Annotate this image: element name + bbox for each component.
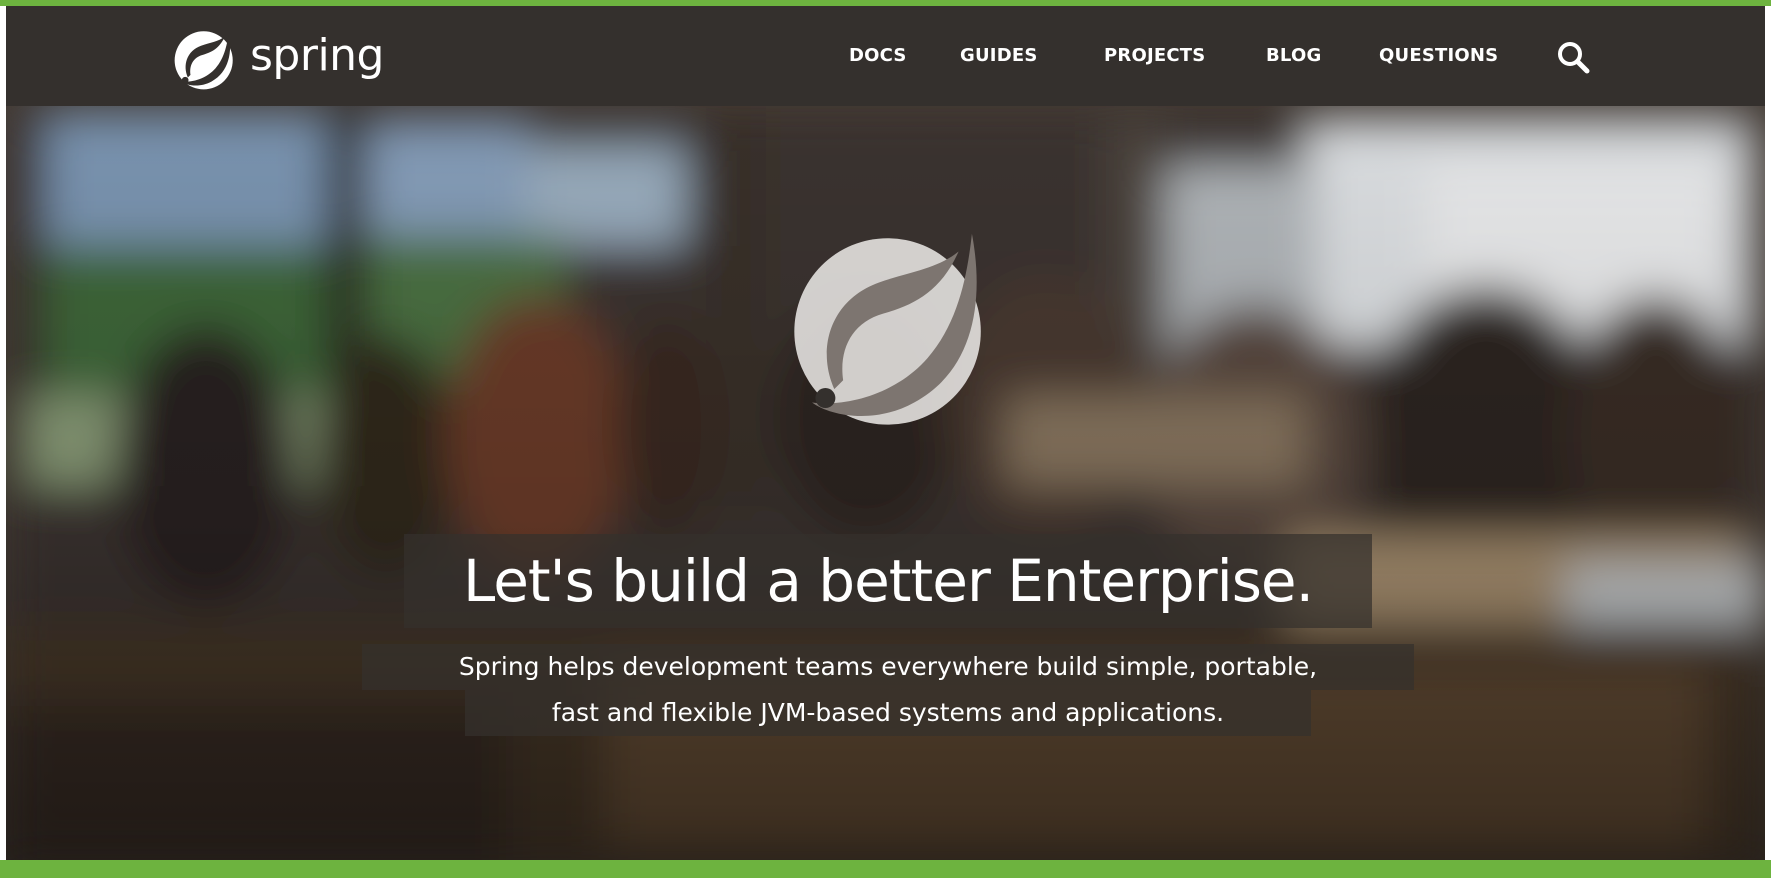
headline-box: Let's build a better Enterprise. <box>404 534 1372 628</box>
nav-questions[interactable]: QUESTIONS <box>1379 6 1498 106</box>
bottom-accent-bar <box>0 860 1771 878</box>
hero-subheadline-line-2: fast and flexible JVM-based systems and … <box>465 690 1311 736</box>
page: spring DOCS GUIDES PROJECTS BLOG QUESTIO… <box>0 0 1771 878</box>
search-button[interactable] <box>1556 40 1590 74</box>
nav-docs[interactable]: DOCS <box>849 6 907 106</box>
logo-text: spring <box>250 30 384 81</box>
spring-leaf-icon <box>794 233 981 425</box>
nav-guides[interactable]: GUIDES <box>960 6 1038 106</box>
spring-logo-link[interactable]: spring <box>172 26 384 92</box>
nav-projects[interactable]: PROJECTS <box>1104 6 1205 106</box>
hero-headline: Let's build a better Enterprise. <box>462 547 1314 615</box>
hero-subheadline-line-1: Spring helps development teams everywher… <box>362 644 1414 690</box>
navbar: spring DOCS GUIDES PROJECTS BLOG QUESTIO… <box>6 6 1765 106</box>
search-icon <box>1558 42 1590 74</box>
hero-section: Let's build a better Enterprise. Spring … <box>6 106 1765 860</box>
spring-leaf-icon <box>174 31 233 90</box>
nav-blog[interactable]: BLOG <box>1266 6 1321 106</box>
page-border-right <box>1765 6 1771 860</box>
